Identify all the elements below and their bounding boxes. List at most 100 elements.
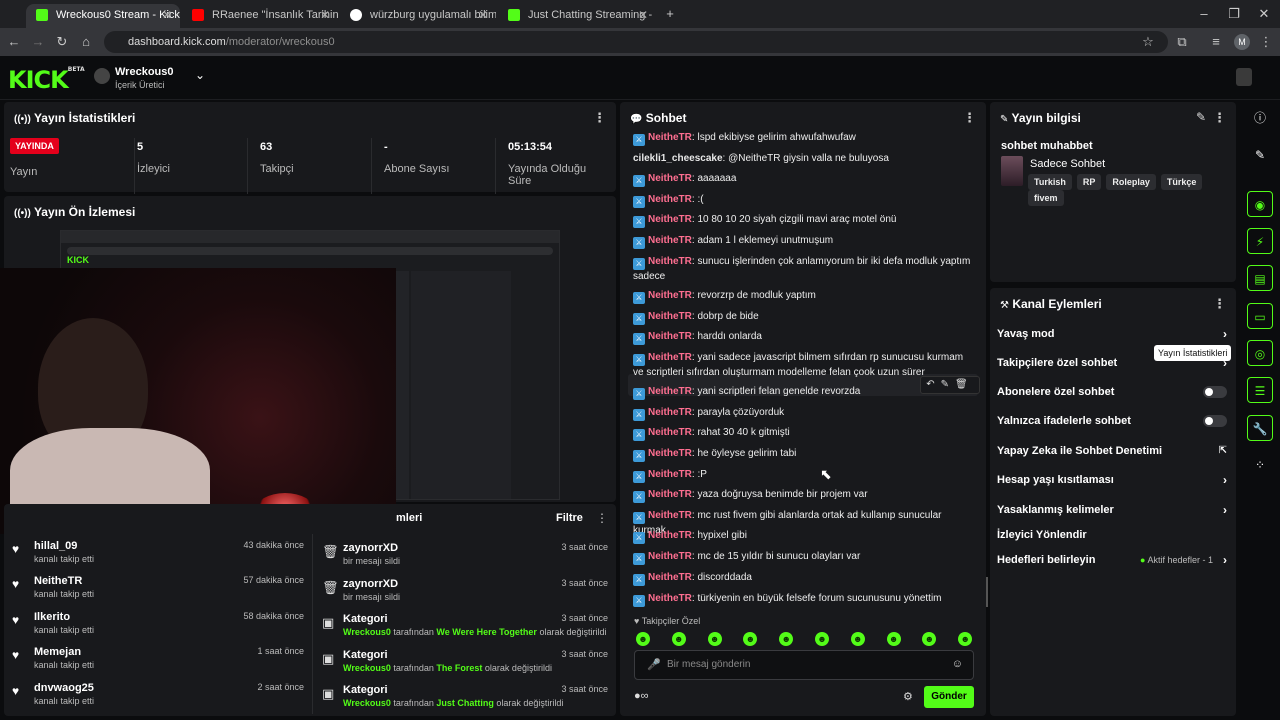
chat-message[interactable]: ⚔ NeitheTR: hypixel gibi xyxy=(633,529,973,544)
chat-message[interactable]: ⚔ NeitheTR: lspd ekibiyse gelirim ahwufah… xyxy=(633,131,973,146)
close-icon[interactable]: ✕ xyxy=(162,4,172,26)
chat-message[interactable]: ⚔ NeitheTR: aaaaaaa xyxy=(633,172,973,187)
emote-icon[interactable]: ☻ xyxy=(636,632,650,646)
filter-button[interactable]: Filtre xyxy=(556,512,583,524)
pencil-icon[interactable]: ✎ xyxy=(1247,142,1273,168)
url-field[interactable]: dashboard.kick.com/moderator/wreckous0 xyxy=(104,31,1168,53)
actor-name[interactable]: Wreckous0 xyxy=(343,627,391,637)
chat-message[interactable]: ⚔ NeitheTR: 10 80 10 20 siyah çizgili mav… xyxy=(633,213,973,228)
microphone-icon[interactable]: 🎤 xyxy=(647,658,661,671)
infinity-icon[interactable]: ●∞ xyxy=(634,690,649,702)
category-link[interactable]: We Were Here Together xyxy=(436,627,537,637)
chat-username[interactable]: NeitheTR xyxy=(648,427,692,438)
channel-action-item[interactable]: Hesap yaşı kısıtlaması › xyxy=(997,471,1227,489)
mod-action-row[interactable]: 🗑 zaynorrXD bir mesajı sildi 3 saat önce xyxy=(318,578,608,614)
chat-username[interactable]: NeitheTR xyxy=(648,572,692,583)
actor-name[interactable]: Wreckous0 xyxy=(343,663,391,673)
menu-dots-icon[interactable]: ⋮ xyxy=(1256,28,1276,56)
channel-action-item[interactable]: Yavaş mod › xyxy=(997,325,1227,343)
chat-message[interactable]: ⚔ NeitheTR: yani sadece javascript bilmem… xyxy=(633,351,973,380)
camera-icon[interactable]: ◉ xyxy=(1247,191,1273,217)
chat-username[interactable]: NeitheTR xyxy=(648,214,692,225)
emoji-icon[interactable]: ☺ xyxy=(952,658,963,670)
mod-action-row[interactable]: ▣ Kategori Wreckous0 tarafından Just Chatt… xyxy=(318,684,608,720)
channel-action-item[interactable]: Abonelere özel sohbet xyxy=(997,383,1227,401)
more-options-icon[interactable]: ⋮ xyxy=(1213,110,1226,126)
chat-message[interactable]: ⚔ NeitheTR: sunucu işlerinden çok anlamıy… xyxy=(633,255,973,284)
chat-username[interactable]: NeitheTR xyxy=(648,510,692,521)
kick-logo[interactable]: KICKBETA xyxy=(8,66,85,94)
channel-action-item[interactable]: İzleyici Yönlendir xyxy=(997,526,1227,544)
chat-username[interactable]: NeitheTR xyxy=(648,352,692,363)
reload-icon[interactable]: ↻ xyxy=(52,28,72,56)
chat-message[interactable]: ⚔ NeitheTR: yaza doğruysa benimde bir pro… xyxy=(633,488,973,503)
more-options-icon[interactable]: ⋮ xyxy=(593,110,606,126)
chat-username[interactable]: NeitheTR xyxy=(648,469,692,480)
toggle-switch[interactable] xyxy=(1203,415,1227,427)
chat-username[interactable]: NeitheTR xyxy=(648,530,692,541)
follower-row[interactable]: ♥ hillal_09 kanalı takip etti 43 dakika önc… xyxy=(8,540,304,576)
follower-row[interactable]: ♥ Memejan kanalı takip etti 1 saat önce xyxy=(8,646,304,682)
chat-username[interactable]: NeitheTR xyxy=(648,386,692,397)
chat-username[interactable]: NeitheTR xyxy=(648,407,692,418)
browser-tab-4[interactable]: Just Chatting Streaming - Live ✕ xyxy=(498,4,656,28)
info-icon[interactable]: ⓘ xyxy=(1247,105,1273,131)
profile-avatar[interactable]: M xyxy=(1234,34,1250,50)
external-link-icon[interactable]: ⇱ xyxy=(1219,442,1227,460)
category-link[interactable]: Just Chatting xyxy=(436,698,494,708)
emote-icon[interactable]: ☻ xyxy=(707,632,722,646)
scrollbar[interactable] xyxy=(986,577,988,607)
wrench-icon[interactable]: 🔧 xyxy=(1247,415,1273,441)
follower-row[interactable]: ♥ Ilkerito kanalı takip etti 58 dakika önce xyxy=(8,611,304,647)
chat-username[interactable]: NeitheTR xyxy=(648,256,692,267)
chat-message[interactable]: ⚔ NeitheTR: :P xyxy=(633,468,973,483)
more-options-icon[interactable]: ⋮ xyxy=(596,511,608,525)
chat-input[interactable]: 🎤 Bir mesaj gönderin ☺ xyxy=(634,650,974,680)
browser-tab-1[interactable]: Wreckous0 Stream - Kick Dashb ✕ xyxy=(26,4,180,28)
chat-icon[interactable]: ▭ xyxy=(1247,303,1273,329)
chat-username[interactable]: NeitheTR xyxy=(648,132,692,143)
channel-action-item[interactable]: Yalnızca ifadelerle sohbet xyxy=(997,412,1227,430)
chat-username[interactable]: NeitheTR xyxy=(648,173,692,184)
gear-icon[interactable]: ⚙ xyxy=(903,690,913,703)
channel-action-item[interactable]: Hedefleri belirleyin ● Aktif hedefler - 1… xyxy=(997,551,1227,569)
new-tab-icon[interactable]: + xyxy=(660,0,680,28)
emote-icon[interactable]: ☻ xyxy=(850,632,865,646)
chat-message[interactable]: ⚔ NeitheTR: he öyleyse gelirim tabi xyxy=(633,447,973,462)
window-close-icon[interactable]: ✕ xyxy=(1254,0,1274,28)
chat-username[interactable]: NeitheTR xyxy=(648,489,692,500)
chat-message[interactable]: ⚔ NeitheTR: parayla çözüyorduk xyxy=(633,406,973,421)
channel-action-item[interactable]: Yapay Zeka ile Sohbet Denetimi ⇱ xyxy=(997,442,1227,460)
mod-action-row[interactable]: 🗑 zaynorrXD bir mesajı sildi 3 saat önce xyxy=(318,542,608,578)
chat-message[interactable]: ⚔ NeitheTR: dobrp de bide xyxy=(633,310,973,325)
minimize-icon[interactable]: – xyxy=(1194,0,1214,28)
chat-username[interactable]: NeitheTR xyxy=(648,194,692,205)
home-icon[interactable]: ⌂ xyxy=(76,28,96,56)
channel-name[interactable]: Wreckous0 xyxy=(115,66,174,78)
forward-icon[interactable]: → xyxy=(28,28,48,56)
send-button[interactable]: Gönder xyxy=(924,686,974,708)
chat-message[interactable]: ⚔ NeitheTR: :( xyxy=(633,193,973,208)
mod-action-row[interactable]: ▣ Kategori Wreckous0 tarafından We Were He… xyxy=(318,613,608,649)
browser-tab-3[interactable]: würzburg uygulamalı bilimler ü ✕ xyxy=(340,4,496,28)
follower-row[interactable]: ♥ NeitheTR kanalı takip etti 57 dakika önce xyxy=(8,575,304,611)
chevron-down-icon[interactable]: ⌄ xyxy=(195,68,205,82)
close-icon[interactable]: ✕ xyxy=(320,4,330,26)
category-link[interactable]: The Forest xyxy=(436,663,482,673)
chat-username[interactable]: NeitheTR xyxy=(648,290,692,301)
user-avatar[interactable] xyxy=(1236,68,1252,86)
chat-username[interactable]: NeitheTR xyxy=(648,235,692,246)
back-icon[interactable]: ← xyxy=(4,28,24,56)
close-icon[interactable]: ✕ xyxy=(638,4,648,26)
chat-message[interactable]: ⚔ NeitheTR: harddı onlarda xyxy=(633,330,973,345)
chat-message[interactable]: ⚔ NeitheTR: yani scriptleri felan genelde… xyxy=(633,385,973,400)
chat-message[interactable]: ⚔ NeitheTR: adam 1 l eklemeyi unutmuşum xyxy=(633,234,973,249)
bookmark-star-icon[interactable]: ☆ xyxy=(1138,28,1158,56)
emote-icon[interactable]: ☻ xyxy=(815,632,829,646)
chat-message[interactable]: ⚔ NeitheTR: türkiyenin en büyük felsefe f… xyxy=(633,592,973,607)
chat-message[interactable]: ⚔ NeitheTR: discorddada xyxy=(633,571,973,586)
chat-username[interactable]: NeitheTR xyxy=(648,331,692,342)
extensions-icon[interactable]: ⧉ xyxy=(1172,28,1192,56)
toggle-switch[interactable] xyxy=(1203,386,1227,398)
restore-icon[interactable]: ❐ xyxy=(1224,0,1244,28)
